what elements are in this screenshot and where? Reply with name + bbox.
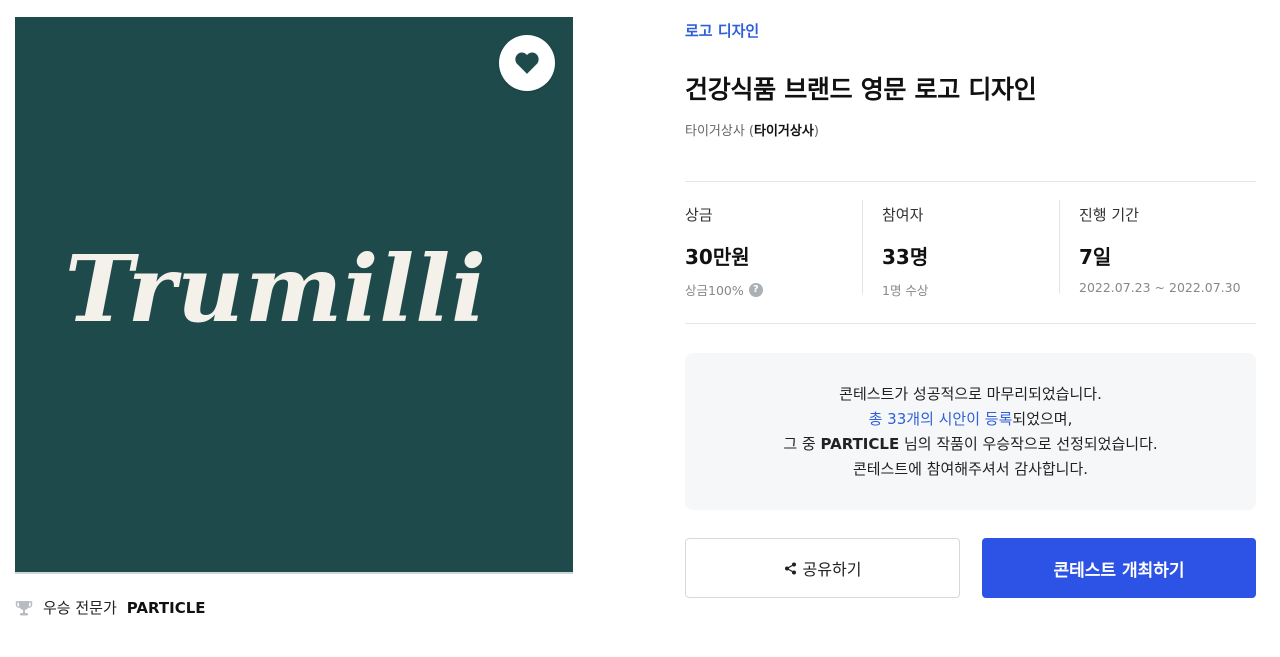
stat-value: 33명	[882, 245, 929, 269]
stat-label: 상금	[685, 206, 713, 224]
host-suffix: )	[813, 124, 819, 139]
share-icon	[784, 562, 796, 574]
notice-line-1: 콘테스트가 성공적으로 마무리되었습니다.	[839, 384, 1102, 403]
stat-label: 진행 기간	[1079, 206, 1139, 224]
stat-sub: 2022.07.23 ~ 2022.07.30	[1079, 280, 1256, 295]
host-contest-button-label: 콘테스트 개최하기	[1053, 560, 1185, 581]
logo-text: Trumilli	[64, 234, 488, 343]
host-name[interactable]: 타이거상사	[754, 124, 814, 139]
notice-winner-name: PARTICLE	[820, 434, 900, 453]
notice-line-3-pre: 그 중	[783, 434, 821, 453]
favorite-button[interactable]	[499, 35, 555, 91]
host-prefix: 타이거상사 (	[685, 124, 755, 139]
help-icon[interactable]: ?	[748, 282, 763, 297]
winner-label: 우승 전문가	[43, 599, 117, 617]
heart-icon	[515, 52, 539, 74]
stat-label: 참여자	[882, 206, 924, 224]
notice-line-3-post: 님의 작품이 우승작으로 선정되었습니다.	[899, 434, 1158, 453]
divider-top	[685, 181, 1256, 182]
stat-sub-text: 1명 수상	[882, 283, 929, 298]
stat-value: 30만원	[685, 245, 750, 269]
logo-wordmark: Trumilli	[15, 17, 573, 572]
notice-line-4: 콘테스트에 참여해주셔서 감사합니다.	[852, 459, 1089, 478]
trophy-icon	[15, 600, 33, 615]
stat-sub: 상금100% ?	[685, 280, 862, 299]
winner-info: 우승 전문가 PARTICLE	[15, 597, 206, 618]
stat-sub-text: 2022.07.23 ~ 2022.07.30	[1079, 280, 1241, 295]
contest-complete-notice: 콘테스트가 성공적으로 마무리되었습니다. 총 33개의 시안이 등록되었으며,…	[685, 353, 1256, 510]
stat-participants: 참여자 33명 1명 수상	[862, 200, 1059, 299]
stat-duration: 진행 기간 7일 2022.07.23 ~ 2022.07.30	[1059, 200, 1256, 296]
stat-prize: 상금 30만원 상금100% ?	[685, 200, 862, 299]
notice-line-2-rest: 되었으며,	[1012, 409, 1073, 428]
stat-sub: 1명 수상	[882, 280, 1059, 299]
stat-value: 7일	[1079, 245, 1112, 269]
notice-line-3: 그 중 PARTICLE 님의 작품이 우승작으로 선정되었습니다.	[783, 435, 1157, 454]
stat-sub-text: 상금100%	[685, 283, 744, 298]
host-contest-button[interactable]: 콘테스트 개최하기	[982, 538, 1256, 598]
contest-artwork[interactable]: Trumilli	[15, 17, 573, 574]
notice-line-2: 총 33개의 시안이 등록되었으며,	[869, 410, 1073, 429]
submissions-link[interactable]: 총 33개의 시안이 등록	[869, 410, 1013, 428]
contest-title: 건강식품 브랜드 영문 로고 디자인	[685, 75, 1037, 104]
divider-bottom	[685, 323, 1256, 324]
contest-stats: 상금 30만원 상금100% ? 참여자 33명 1명 수상 진행 기간 7일 …	[685, 200, 1256, 299]
winner-name[interactable]: PARTICLE	[127, 599, 206, 617]
category-link[interactable]: 로고 디자인	[685, 20, 759, 41]
host-info: 타이거상사 (타이거상사)	[685, 120, 819, 139]
share-button-label: 공유하기	[802, 560, 862, 579]
share-button[interactable]: 공유하기	[685, 538, 960, 598]
